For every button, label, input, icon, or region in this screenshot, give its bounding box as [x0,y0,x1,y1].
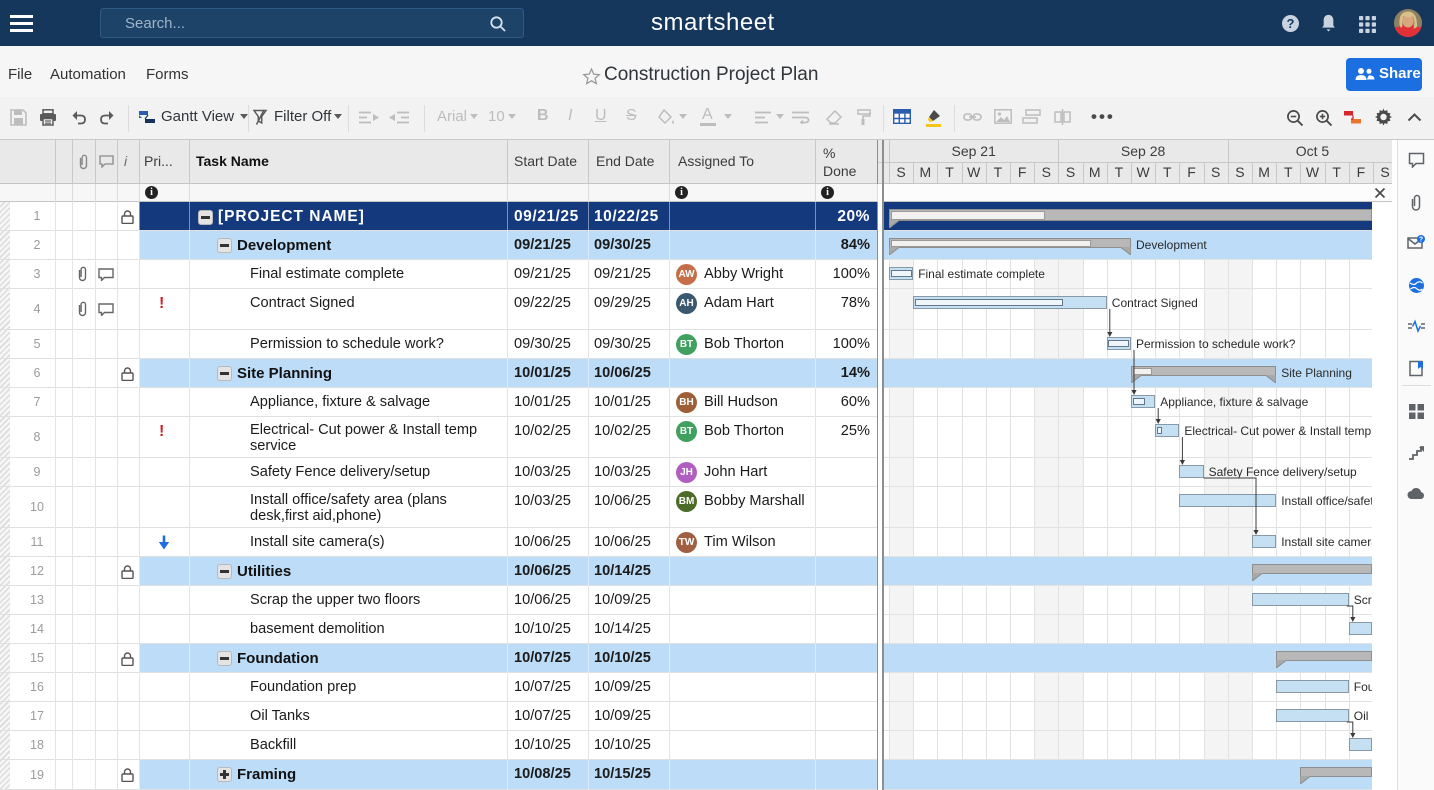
svg-text:?: ? [1419,237,1423,244]
